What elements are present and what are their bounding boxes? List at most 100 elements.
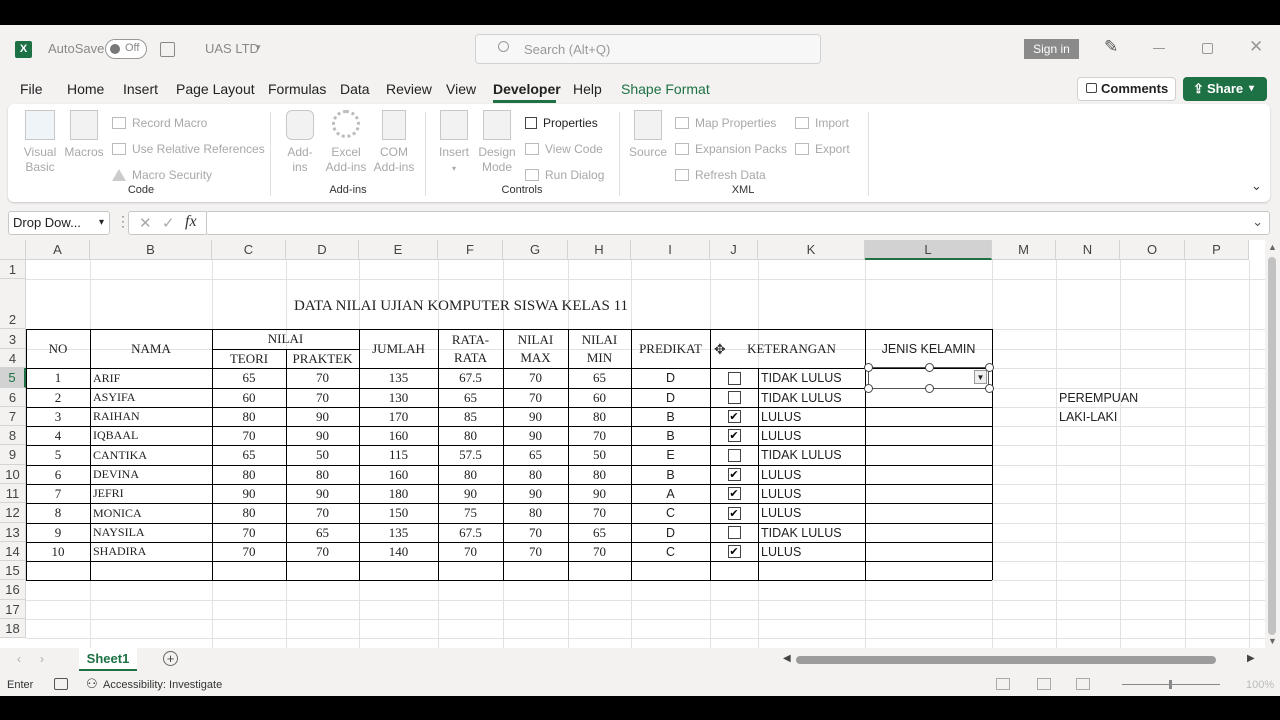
- keterangan-cell[interactable]: TIDAK LULUS: [758, 368, 865, 388]
- table-cell[interactable]: 70: [503, 388, 568, 407]
- table-cell[interactable]: 65: [212, 368, 286, 388]
- table-cell[interactable]: 70: [503, 523, 568, 542]
- table-cell[interactable]: 85: [438, 407, 503, 426]
- scroll-right-icon[interactable]: ▶: [1247, 653, 1255, 664]
- relative-references-button[interactable]: Use Relative References: [112, 142, 265, 157]
- keterangan-cell[interactable]: TIDAK LULUS: [758, 445, 865, 465]
- table-cell[interactable]: RAIHAN: [90, 407, 212, 426]
- table-cell[interactable]: B: [631, 465, 710, 484]
- vertical-scrollbar[interactable]: ▲ ▼: [1265, 240, 1280, 648]
- tab-file[interactable]: File: [20, 81, 43, 97]
- checkbox-cell[interactable]: ✔: [710, 503, 758, 523]
- tab-data[interactable]: Data: [340, 81, 370, 97]
- table-cell[interactable]: 9: [26, 523, 90, 542]
- header-no[interactable]: NO: [26, 329, 90, 368]
- checkbox-cell[interactable]: ✔: [710, 426, 758, 445]
- table-cell[interactable]: 65: [286, 523, 359, 542]
- checkbox[interactable]: ✔: [727, 468, 741, 481]
- table-cell[interactable]: 8: [26, 503, 90, 523]
- checkbox-cell[interactable]: [710, 445, 758, 465]
- resize-handle-icon[interactable]: [864, 363, 873, 372]
- tab-shape-format[interactable]: Shape Format: [621, 81, 710, 97]
- table-cell[interactable]: 10: [26, 542, 90, 561]
- macro-security-button[interactable]: Macro Security: [112, 168, 212, 183]
- table-cell[interactable]: 135: [359, 523, 438, 542]
- page-layout-view-icon[interactable]: [1037, 678, 1051, 690]
- sheet-title[interactable]: DATA NILAI UJIAN KOMPUTER SISWA KELAS 11: [212, 279, 710, 329]
- jenis-kelamin-cell[interactable]: [865, 445, 992, 465]
- insert-function-icon[interactable]: fx: [185, 213, 197, 231]
- header-keterangan[interactable]: KETERANGAN: [710, 329, 865, 368]
- zoom-thumb[interactable]: [1169, 680, 1172, 689]
- list-item[interactable]: PEREMPUAN: [1056, 388, 1185, 407]
- source-button[interactable]: Source: [628, 110, 668, 160]
- table-cell[interactable]: 70: [212, 523, 286, 542]
- table-cell[interactable]: 130: [359, 388, 438, 407]
- table-cell[interactable]: E: [631, 445, 710, 465]
- table-cell[interactable]: 70: [286, 388, 359, 407]
- resize-handle-icon[interactable]: [985, 363, 994, 372]
- tab-developer[interactable]: Developer: [493, 81, 561, 97]
- tab-home[interactable]: Home: [67, 81, 104, 97]
- table-cell[interactable]: 65: [438, 388, 503, 407]
- checkbox[interactable]: [727, 526, 741, 539]
- keterangan-cell[interactable]: LULUS: [758, 465, 865, 484]
- checkbox[interactable]: ✔: [727, 506, 741, 520]
- table-cell[interactable]: NAYSILA: [90, 523, 212, 542]
- checkbox-cell[interactable]: [710, 523, 758, 542]
- table-cell[interactable]: 70: [568, 426, 631, 445]
- enter-icon[interactable]: ✓: [162, 214, 175, 232]
- checkbox-cell[interactable]: ✔: [710, 465, 758, 484]
- dropdown-arrow-icon[interactable]: ▼: [974, 370, 987, 384]
- tab-insert[interactable]: Insert: [123, 81, 158, 97]
- formula-input[interactable]: ⌄: [206, 211, 1270, 235]
- restore-icon[interactable]: [1202, 43, 1213, 54]
- table-cell[interactable]: 90: [212, 484, 286, 503]
- pen-icon[interactable]: ✎: [1104, 37, 1118, 57]
- jenis-kelamin-cell[interactable]: [865, 523, 992, 542]
- checkbox-cell[interactable]: ✔: [710, 484, 758, 503]
- table-cell[interactable]: 80: [212, 407, 286, 426]
- checkbox[interactable]: [727, 448, 741, 462]
- tab-formulas[interactable]: Formulas: [268, 81, 326, 97]
- keterangan-cell[interactable]: LULUS: [758, 426, 865, 445]
- autosave-toggle[interactable]: Off: [105, 39, 147, 59]
- table-cell[interactable]: 70: [568, 503, 631, 523]
- table-cell[interactable]: 80: [212, 503, 286, 523]
- sheet-tab-sheet1[interactable]: Sheet1: [79, 648, 137, 671]
- table-cell[interactable]: 57.5: [438, 445, 503, 465]
- table-cell[interactable]: 70: [212, 542, 286, 561]
- tab-help[interactable]: Help: [573, 81, 602, 97]
- table-cell[interactable]: 50: [286, 445, 359, 465]
- share-button[interactable]: ⇪ Share ▾: [1183, 77, 1267, 101]
- table-cell[interactable]: 80: [568, 407, 631, 426]
- table-cell[interactable]: 70: [438, 542, 503, 561]
- name-box[interactable]: Drop Dow... ▾: [8, 211, 110, 235]
- expansion-packs-button[interactable]: Expansion Packs: [675, 142, 787, 157]
- checkbox[interactable]: ✔: [727, 429, 741, 442]
- table-cell[interactable]: 80: [438, 465, 503, 484]
- table-cell[interactable]: 67.5: [438, 523, 503, 542]
- visual-basic-button[interactable]: Visual Basic: [20, 110, 60, 175]
- table-cell[interactable]: 6: [26, 465, 90, 484]
- table-cell[interactable]: 65: [568, 368, 631, 388]
- table-cell[interactable]: 75: [438, 503, 503, 523]
- header-teori[interactable]: TEORI: [212, 349, 286, 368]
- table-cell[interactable]: 1: [26, 368, 90, 388]
- sign-in-button[interactable]: Sign in: [1024, 39, 1079, 59]
- refresh-data-button[interactable]: Refresh Data: [675, 168, 766, 183]
- tab-review[interactable]: Review: [386, 81, 432, 97]
- list-item[interactable]: LAKI-LAKI: [1056, 407, 1185, 426]
- table-cell[interactable]: JEFRI: [90, 484, 212, 503]
- table-cell[interactable]: 90: [503, 484, 568, 503]
- import-button[interactable]: Import: [795, 116, 849, 131]
- checkbox-cell[interactable]: [710, 388, 758, 407]
- table-cell[interactable]: 67.5: [438, 368, 503, 388]
- jenis-kelamin-cell[interactable]: [865, 542, 992, 561]
- table-cell[interactable]: D: [631, 523, 710, 542]
- table-cell[interactable]: D: [631, 368, 710, 388]
- table-cell[interactable]: 80: [286, 465, 359, 484]
- search-box[interactable]: Search (Alt+Q): [475, 34, 821, 64]
- keterangan-cell[interactable]: TIDAK LULUS: [758, 523, 865, 542]
- table-cell[interactable]: 180: [359, 484, 438, 503]
